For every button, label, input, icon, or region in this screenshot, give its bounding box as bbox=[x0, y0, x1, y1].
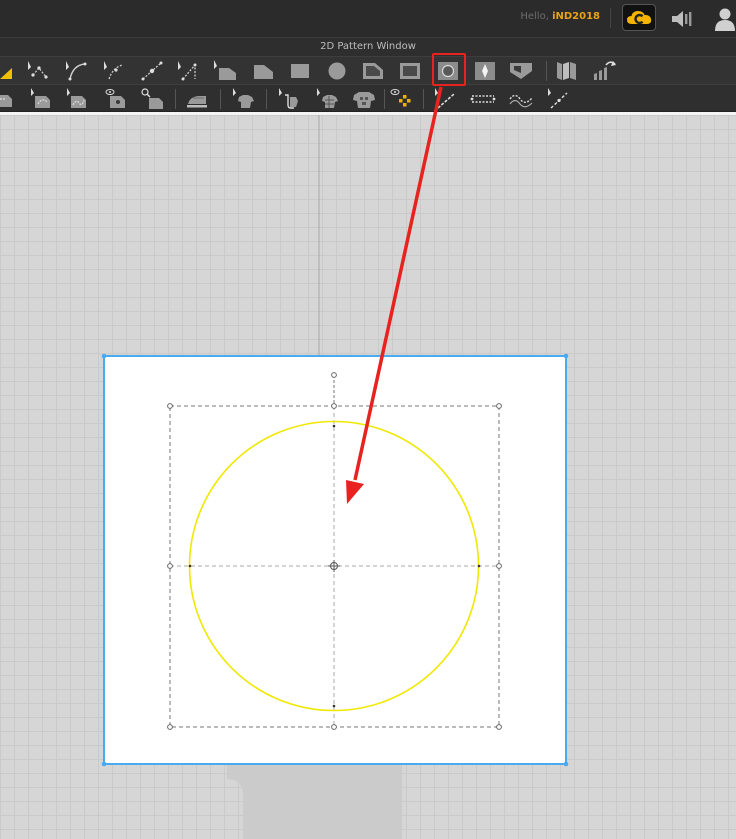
dart-icon[interactable] bbox=[472, 59, 498, 83]
internal-polygon-icon[interactable] bbox=[360, 59, 386, 83]
cloud-button[interactable] bbox=[622, 4, 656, 31]
show-garment-icon[interactable] bbox=[230, 87, 256, 111]
toolbar-divider bbox=[266, 89, 267, 109]
pattern-corner-handle[interactable] bbox=[101, 761, 107, 767]
topbar-divider bbox=[610, 8, 611, 28]
greeting-label: Hello, bbox=[520, 11, 549, 22]
window-title: 2D Pattern Window bbox=[320, 41, 416, 52]
resize-handle[interactable] bbox=[167, 563, 173, 569]
avatar-garment-icon[interactable] bbox=[351, 87, 377, 111]
garment-shadow bbox=[227, 765, 402, 839]
rectangle-icon[interactable] bbox=[287, 59, 313, 83]
rotate-handle[interactable] bbox=[331, 372, 337, 378]
add-point-icon[interactable] bbox=[139, 59, 165, 83]
edit-segment-icon[interactable] bbox=[175, 59, 201, 83]
segment-sewing-icon[interactable] bbox=[28, 87, 54, 111]
pattern-3d-icon[interactable] bbox=[314, 87, 340, 111]
pleat-icon[interactable] bbox=[508, 59, 534, 83]
tool-highlight-box bbox=[432, 53, 466, 86]
toolbar-divider bbox=[423, 89, 424, 109]
window-title-bar: 2D Pattern Window bbox=[0, 37, 736, 56]
fold-icon[interactable] bbox=[554, 59, 580, 83]
speaker-icon[interactable] bbox=[670, 9, 696, 29]
iron-icon[interactable] bbox=[184, 87, 210, 111]
tack-icon[interactable] bbox=[276, 87, 302, 111]
resize-handle[interactable] bbox=[331, 724, 337, 730]
check-sewing-icon[interactable] bbox=[140, 87, 166, 111]
pattern-piece[interactable] bbox=[103, 355, 567, 765]
resize-handle[interactable] bbox=[331, 403, 337, 409]
sewing-icon[interactable] bbox=[0, 87, 20, 111]
show-sewing-icon[interactable] bbox=[103, 87, 129, 111]
toolbar-divider bbox=[384, 89, 385, 109]
pattern-canvas[interactable] bbox=[0, 115, 736, 839]
topstitch-icon[interactable] bbox=[432, 87, 458, 111]
username-label: iND2018 bbox=[552, 11, 600, 22]
show-hide-icon[interactable] bbox=[389, 87, 415, 111]
pattern-toolbar-top bbox=[0, 56, 736, 84]
cloud-c-icon bbox=[627, 11, 652, 25]
toolbar-divider bbox=[546, 61, 547, 81]
wave-line-icon[interactable] bbox=[508, 87, 534, 111]
toolbar-divider bbox=[220, 89, 221, 109]
circle-point[interactable] bbox=[332, 424, 336, 428]
edit-curve-point-icon[interactable] bbox=[63, 59, 89, 83]
select-pattern-icon[interactable] bbox=[212, 59, 238, 83]
edit-point-icon[interactable] bbox=[25, 59, 51, 83]
user-icon[interactable] bbox=[714, 6, 736, 32]
resize-handle[interactable] bbox=[496, 724, 502, 730]
resize-handle[interactable] bbox=[496, 563, 502, 569]
toolbar-divider bbox=[175, 89, 176, 109]
pattern-corner-handle[interactable] bbox=[563, 761, 569, 767]
resize-handle[interactable] bbox=[496, 403, 502, 409]
internal-rectangle-icon[interactable] bbox=[397, 59, 423, 83]
pattern-corner-handle[interactable] bbox=[101, 353, 107, 359]
polygon-icon[interactable] bbox=[250, 59, 276, 83]
greeting-text: Hello, iND2018 bbox=[520, 11, 600, 22]
curvature-icon[interactable] bbox=[101, 59, 127, 83]
circle-point[interactable] bbox=[477, 564, 481, 568]
circle-point[interactable] bbox=[188, 564, 192, 568]
piping-icon[interactable] bbox=[470, 87, 496, 111]
top-bar: Hello, iND2018 bbox=[0, 0, 736, 37]
unfold-icon[interactable] bbox=[592, 59, 618, 83]
pattern-corner-handle[interactable] bbox=[563, 353, 569, 359]
circle-point[interactable] bbox=[332, 704, 336, 708]
resize-handle[interactable] bbox=[167, 403, 173, 409]
free-sewing-icon[interactable] bbox=[64, 87, 90, 111]
circle-filled-icon[interactable] bbox=[324, 59, 350, 83]
resize-handle[interactable] bbox=[167, 724, 173, 730]
pattern-drawing bbox=[101, 115, 569, 839]
pattern-toolbar-bottom bbox=[0, 84, 736, 112]
fold-line-icon[interactable] bbox=[545, 87, 571, 111]
triangle-corner-icon[interactable] bbox=[0, 59, 26, 83]
